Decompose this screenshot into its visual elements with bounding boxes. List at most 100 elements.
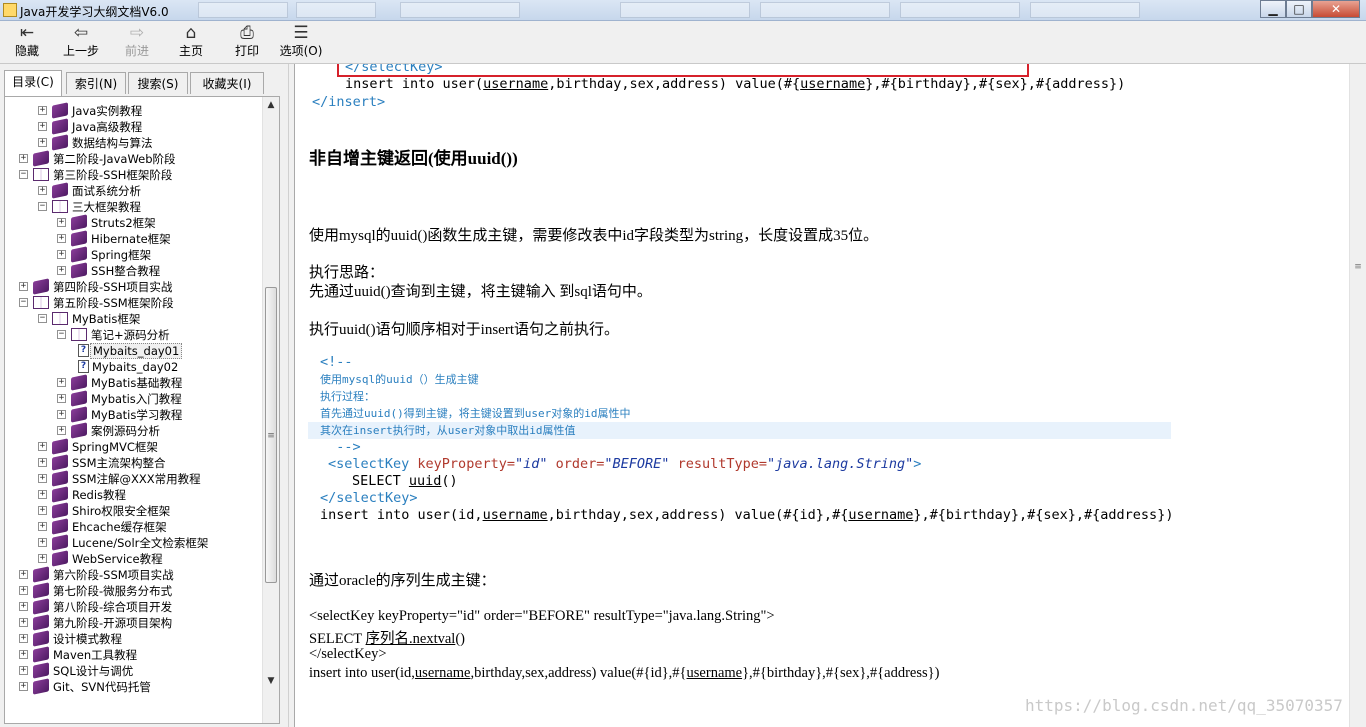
tree-item[interactable]: ? Mybaits_day02 — [5, 359, 261, 375]
contents-tree: + Java实例教程 + Java高级教程 + 数据结构与算法 + 第二阶段-JavaWeb阶… — [4, 96, 280, 724]
expand-icon[interactable]: + — [19, 634, 28, 643]
tree-item[interactable]: + Java高级教程 — [5, 118, 261, 135]
expand-icon[interactable]: + — [38, 474, 47, 483]
tab-index[interactable]: 索引(N) — [66, 72, 126, 94]
expand-icon[interactable]: + — [38, 490, 47, 499]
hide-button[interactable]: ⇤ 隐藏 — [2, 23, 52, 61]
expand-icon[interactable]: + — [38, 506, 47, 515]
tree-item[interactable]: + 第七阶段-微服务分布式 — [5, 582, 261, 599]
scroll-down-arrow-icon[interactable]: ▼ — [263, 673, 279, 689]
expand-icon[interactable]: + — [19, 154, 28, 163]
expand-icon[interactable]: + — [38, 138, 47, 147]
tree-item[interactable]: + MyBatis基础教程 — [5, 374, 261, 391]
tab-favorites[interactable]: 收藏夹(I) — [190, 72, 264, 94]
expand-icon[interactable]: + — [57, 250, 66, 259]
collapse-icon[interactable]: − — [19, 298, 28, 307]
expand-icon[interactable]: + — [38, 538, 47, 547]
expand-icon[interactable]: + — [19, 618, 28, 627]
scroll-grip-icon[interactable]: ≡ — [1352, 263, 1364, 272]
tree-scrollbar[interactable]: ▲ ≡ ▼ — [262, 97, 279, 723]
expand-icon[interactable]: + — [38, 186, 47, 195]
expand-icon[interactable]: + — [57, 394, 66, 403]
expand-icon[interactable]: + — [19, 586, 28, 595]
expand-icon[interactable]: + — [38, 554, 47, 563]
expand-icon[interactable]: + — [57, 234, 66, 243]
collapse-icon[interactable]: − — [38, 314, 47, 323]
tree-item[interactable]: + 数据结构与算法 — [5, 134, 261, 151]
content-scrollbar[interactable]: ≡ — [1349, 64, 1366, 727]
collapse-icon[interactable]: − — [38, 202, 47, 211]
tab-contents[interactable]: 目录(C) — [4, 70, 62, 96]
tree-item[interactable]: + 第八阶段-综合项目开发 — [5, 598, 261, 615]
tab-search[interactable]: 搜索(S) — [128, 72, 188, 94]
expand-icon[interactable]: + — [38, 442, 47, 451]
collapse-icon[interactable]: − — [19, 170, 28, 179]
tree-item[interactable]: + Ehcache缓存框架 — [5, 518, 261, 535]
back-button[interactable]: ⇦ 上一步 — [56, 23, 106, 61]
tree-item[interactable]: + Lucene/Solr全文检索框架 — [5, 534, 261, 551]
tree-item[interactable]: + 第六阶段-SSM项目实战 — [5, 566, 261, 583]
tree-item[interactable]: + 第四阶段-SSH项目实战 — [5, 278, 261, 295]
tree-item[interactable]: + 设计模式教程 — [5, 630, 261, 647]
tree-item-label: Redis教程 — [72, 488, 127, 502]
tree-item[interactable]: + SSM主流架构整合 — [5, 454, 261, 471]
tree-item[interactable]: + 案例源码分析 — [5, 422, 261, 439]
tree-item[interactable]: + SSH整合教程 — [5, 262, 261, 279]
tree-item[interactable]: − 三大框架教程 — [5, 199, 261, 215]
maximize-button[interactable]: □ — [1286, 0, 1312, 18]
expand-icon[interactable]: + — [19, 602, 28, 611]
tree-item[interactable]: ? Mybaits_day01 — [5, 343, 261, 359]
collapse-icon[interactable]: − — [57, 330, 66, 339]
background-window-tab — [400, 2, 520, 18]
tree-item[interactable]: + Java实例教程 — [5, 102, 261, 119]
print-button[interactable]: ⎙ 打印 — [222, 23, 272, 61]
tree-item-label: 第六阶段-SSM项目实战 — [53, 568, 174, 582]
home-button[interactable]: ⌂ 主页 — [166, 23, 216, 61]
tree-item[interactable]: + Maven工具教程 — [5, 646, 261, 663]
expand-icon[interactable]: + — [38, 522, 47, 531]
scroll-up-arrow-icon[interactable]: ▲ — [263, 97, 279, 113]
tree-item[interactable]: + Hibernate框架 — [5, 230, 261, 247]
tree-item[interactable]: + SSM注解@XXX常用教程 — [5, 470, 261, 487]
expand-icon[interactable]: + — [57, 218, 66, 227]
tree-item[interactable]: + 第二阶段-JavaWeb阶段 — [5, 150, 261, 167]
tree-item-label: 第七阶段-微服务分布式 — [53, 584, 173, 598]
tree-item[interactable]: + Mybatis入门教程 — [5, 390, 261, 407]
tree-item[interactable]: + Redis教程 — [5, 486, 261, 503]
expand-icon[interactable]: + — [57, 426, 66, 435]
tree-item[interactable]: − 第五阶段-SSM框架阶段 — [5, 295, 261, 311]
expand-icon[interactable]: + — [38, 458, 47, 467]
expand-icon[interactable]: + — [57, 378, 66, 387]
tree-item[interactable]: + WebService教程 — [5, 550, 261, 567]
expand-icon[interactable]: + — [19, 570, 28, 579]
options-button[interactable]: ☰ 选项(O) — [276, 23, 326, 61]
tree-item[interactable]: + SQL设计与调优 — [5, 662, 261, 679]
tree-item[interactable]: − MyBatis框架 — [5, 311, 261, 327]
tree-item-label: Mybatis入门教程 — [91, 392, 182, 406]
expand-icon[interactable]: + — [19, 650, 28, 659]
tree-item[interactable]: + Shiro权限安全框架 — [5, 502, 261, 519]
tree-item[interactable]: + Struts2框架 — [5, 214, 261, 231]
tree-item[interactable]: + Spring框架 — [5, 246, 261, 263]
code-line: 执行过程： — [320, 390, 375, 403]
expand-icon[interactable]: + — [19, 666, 28, 675]
expand-icon[interactable]: + — [57, 410, 66, 419]
scroll-thumb[interactable]: ≡ — [265, 287, 277, 583]
tree-item[interactable]: + Git、SVN代码托管 — [5, 678, 261, 695]
book-icon — [33, 678, 49, 695]
book-icon — [33, 614, 49, 631]
close-button[interactable]: ✕ — [1312, 0, 1360, 18]
tree-item[interactable]: + 面试系统分析 — [5, 182, 261, 199]
tree-item[interactable]: − 第三阶段-SSH框架阶段 — [5, 167, 261, 183]
forward-button[interactable]: ⇨ 前进 — [112, 23, 162, 61]
tree-item[interactable]: + MyBatis学习教程 — [5, 406, 261, 423]
expand-icon[interactable]: + — [38, 106, 47, 115]
expand-icon[interactable]: + — [38, 122, 47, 131]
tree-item[interactable]: + SpringMVC框架 — [5, 438, 261, 455]
expand-icon[interactable]: + — [19, 682, 28, 691]
minimize-button[interactable]: ▁ — [1260, 0, 1286, 18]
expand-icon[interactable]: + — [19, 282, 28, 291]
expand-icon[interactable]: + — [57, 266, 66, 275]
tree-item[interactable]: + 第九阶段-开源项目架构 — [5, 614, 261, 631]
tree-item[interactable]: − 笔记+源码分析 — [5, 327, 261, 343]
